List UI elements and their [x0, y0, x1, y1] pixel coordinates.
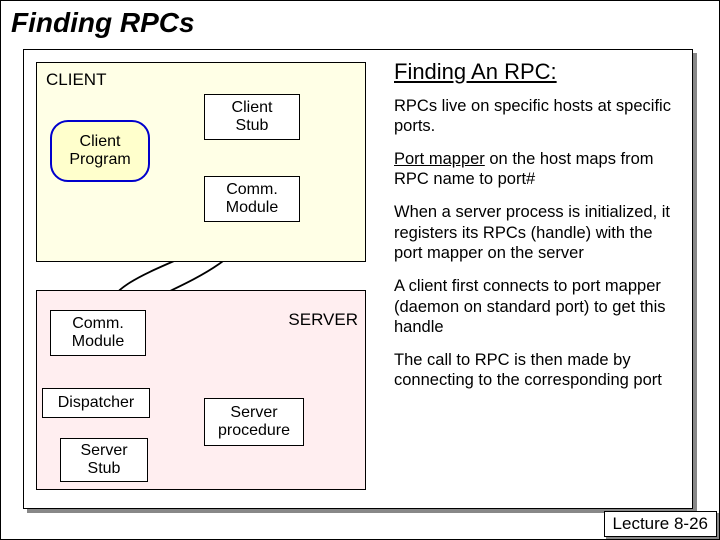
explanation-p4: A client first connects to port mapper (…	[394, 276, 684, 338]
explanation-p5: The call to RPC is then made by connecti…	[394, 350, 684, 391]
explanation-p2: Port mapper on the host maps from RPC na…	[394, 149, 684, 190]
explanation-heading: Finding An RPC:	[394, 58, 684, 86]
comm-module-server-box: Comm. Module	[50, 310, 146, 356]
explanation-column: Finding An RPC: RPCs live on specific ho…	[394, 58, 684, 502]
lecture-tag: Lecture 8-26	[604, 511, 717, 537]
server-panel-label: SERVER	[288, 310, 358, 330]
comm-module-client-box: Comm. Module	[204, 176, 300, 222]
main-frame: CLIENT Client Program Client Stub Comm. …	[23, 49, 693, 509]
port-mapper-term: Port mapper	[394, 150, 485, 168]
client-program-box: Client Program	[50, 120, 150, 182]
diagram-area: CLIENT Client Program Client Stub Comm. …	[36, 62, 382, 490]
client-stub-box: Client Stub	[204, 94, 300, 140]
dispatcher-box: Dispatcher	[42, 388, 150, 418]
server-procedure-box: Server procedure	[204, 398, 304, 446]
explanation-p1: RPCs live on specific hosts at specific …	[394, 96, 684, 137]
explanation-p3: When a server process is initialized, it…	[394, 202, 684, 264]
page-title: Finding RPCs	[11, 7, 195, 39]
client-panel-label: CLIENT	[46, 70, 106, 90]
server-stub-box: Server Stub	[60, 438, 148, 482]
